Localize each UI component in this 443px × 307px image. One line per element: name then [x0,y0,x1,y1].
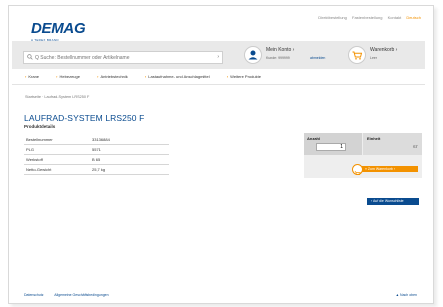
back-to-top-link[interactable]: ▲ Nach oben [396,293,417,297]
cart-status: Leer [370,56,378,60]
page-title: LAUFRAD-SYSTEM LRS250 F [24,113,145,123]
detail-value: 5571 [92,147,101,152]
footer-links: Datenschutz Allgemeine Geschäftsbedingun… [24,293,119,297]
unit-value: ST [412,144,418,149]
detail-key: PLG [26,147,35,152]
account-title[interactable]: Mein Konto › [266,47,294,53]
main-nav: › Krane › Hebezeuge › Antriebstechnik › Last… [25,74,277,79]
quantity-label: Anzahl [307,136,321,141]
link-direktbestellung[interactable]: Direktbestellung [318,15,347,20]
language-selector[interactable]: Deutsch [406,15,421,20]
logo[interactable]: DEMAG A TEREX BRAND [31,20,86,42]
nav-item-lastaufnahme[interactable]: › Lastaufnahme- und Anschlagmittel [145,74,218,79]
nav-item-weitere-produkte[interactable]: › Weitere Produkte [227,74,269,79]
account-box[interactable]: Mein Konto › Kunde: 999999 abmelden [244,44,342,67]
detail-key: Werkstoff [26,157,43,162]
nav-divider [12,84,425,85]
detail-value: 33136884 [92,137,110,142]
footer-link-datenschutz[interactable]: Datenschutz [24,293,43,297]
detail-key: Netto-Gewicht [26,167,52,172]
table-row: Bestellnummer 33136884 [24,135,169,145]
add-to-cart-button[interactable]: » Zum Warenkorb › [362,166,418,172]
quantity-input[interactable] [316,143,346,151]
search-submit-icon[interactable]: › [217,54,219,60]
utility-links: Direktbestellung Fastenbestellung Kontak… [314,15,421,20]
account-number: Kunde: 999999 [266,56,290,60]
nav-item-antriebstechnik[interactable]: › Antriebstechnik [97,74,136,79]
order-panel: Anzahl Einheit ST » Zum Warenkorb › [304,133,422,178]
add-to-wishlist-button[interactable]: › Auf die Wunschliste [367,198,419,205]
section-heading: Produktdetails [24,124,56,129]
nav-item-krane[interactable]: › Krane [25,74,47,79]
table-row: Netto-Gewicht 25,7 kg [24,165,169,175]
link-fastenbestellung[interactable]: Fastenbestellung [352,15,382,20]
breadcrumb[interactable]: Startseite · Laufrad-System LRS250 F [25,95,89,99]
cart-box[interactable]: Warenkorb › Leer [348,44,423,67]
search-box: › [23,51,223,64]
cart-title[interactable]: Warenkorb › [370,47,397,53]
link-kontakt[interactable]: Kontakt [388,15,402,20]
detail-value: B 65 [92,157,101,162]
cart-icon [348,46,366,64]
user-icon [244,46,262,64]
search-icon [27,54,33,60]
table-row: PLG 5571 [24,145,169,155]
search-input[interactable] [35,53,205,62]
footer-link-agb[interactable]: Allgemeine Geschäftsbedingungen [54,293,108,297]
header-band: › Mein Konto › Kunde: 999999 abmelden Wa… [12,41,425,69]
logo-text: DEMAG [31,20,86,37]
nav-item-hebezeuge[interactable]: › Hebezeuge [56,74,88,79]
unit-label: Einheit [367,136,381,141]
detail-value: 25,7 kg [92,167,106,172]
detail-key: Bestellnummer [26,137,53,142]
logout-link[interactable]: abmelden [310,56,325,60]
table-row: Werkstoff B 65 [24,155,169,165]
product-details-table: Bestellnummer 33136884 PLG 5571 Werkstof… [24,135,169,175]
